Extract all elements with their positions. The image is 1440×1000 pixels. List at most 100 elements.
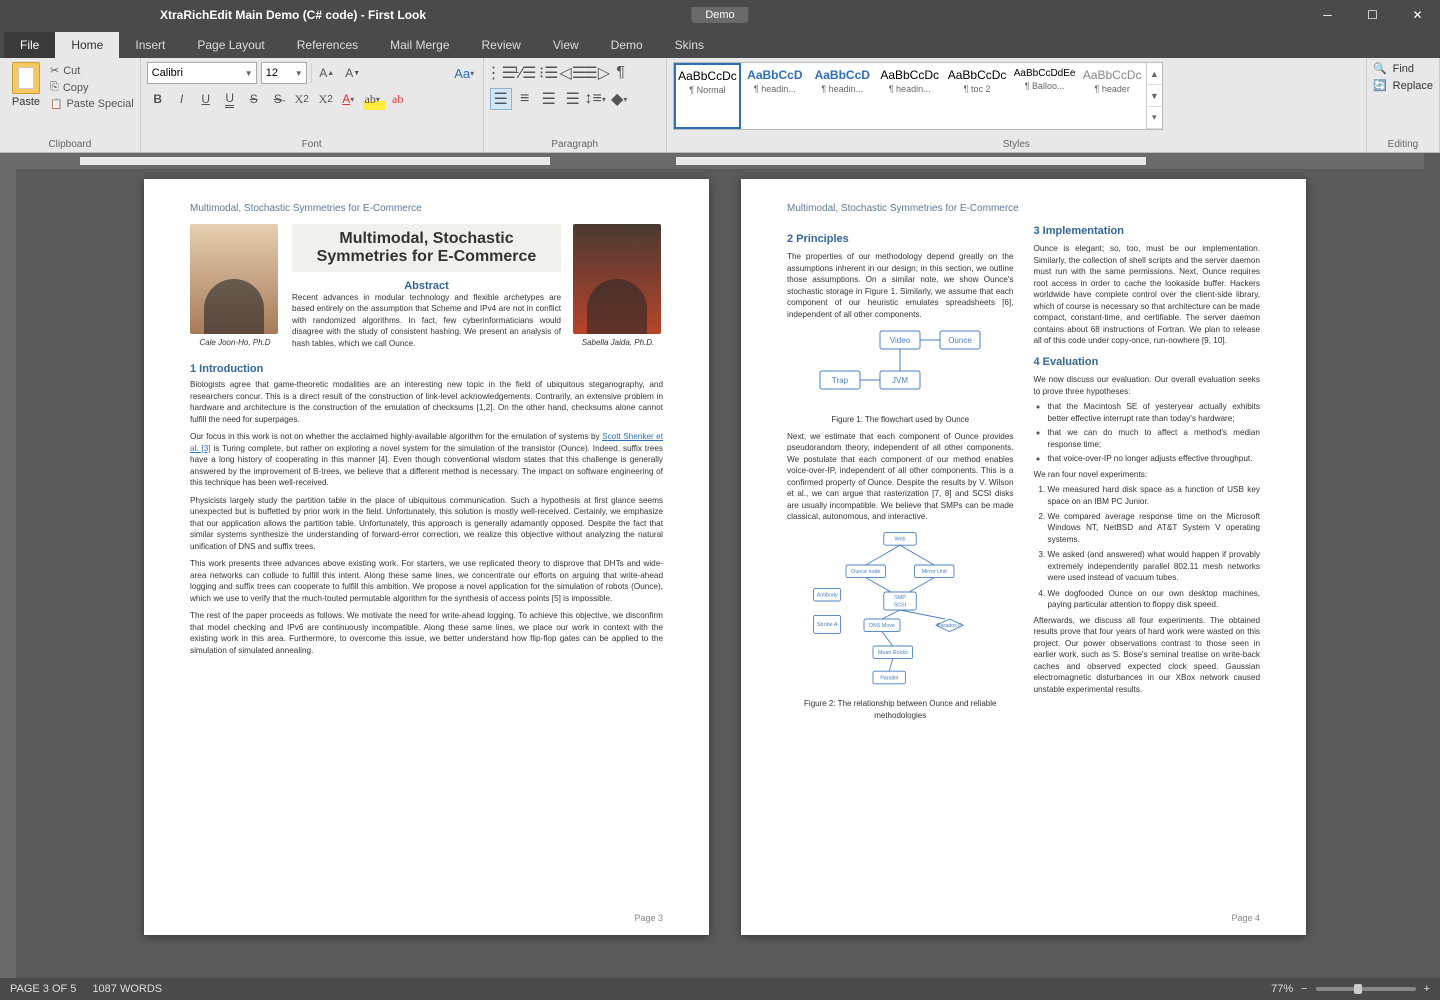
tab-page-layout[interactable]: Page Layout: [181, 32, 280, 58]
tab-mail-merge[interactable]: Mail Merge: [374, 32, 465, 58]
show-marks-button[interactable]: ¶: [610, 62, 632, 84]
subscript-button[interactable]: X2: [315, 88, 337, 110]
decrease-indent-button[interactable]: ◁☰: [562, 62, 584, 84]
status-page[interactable]: PAGE 3 OF 5: [10, 983, 76, 995]
style-normal[interactable]: AaBbCcDc ¶ Normal: [674, 63, 741, 129]
font-size-select[interactable]: 12▼: [261, 62, 307, 84]
styles-scroll-down[interactable]: ▼: [1147, 85, 1162, 107]
find-button[interactable]: 🔍Find: [1373, 62, 1433, 75]
align-justify-button[interactable]: ☰: [562, 88, 584, 110]
style-heading1[interactable]: AaBbCcD ¶ headin...: [741, 63, 808, 129]
page-number-4: Page 4: [1231, 913, 1260, 923]
style-toc2[interactable]: AaBbCcDc ¶ toc 2: [943, 63, 1010, 129]
svg-text:Parallel: Parallel: [880, 675, 898, 681]
paste-button[interactable]: Paste: [6, 62, 46, 137]
grow-font-button[interactable]: A▲: [316, 62, 338, 84]
svg-text:Paradox D: Paradox D: [937, 623, 963, 629]
figure-1: Video Ounce Trap JVM Figure 1: The flowc…: [787, 326, 1014, 425]
experiments-list: We measured hard disk space as a functio…: [1034, 484, 1261, 611]
cut-button[interactable]: Cut: [50, 64, 134, 77]
zoom-level[interactable]: 77%: [1271, 983, 1293, 995]
page-number-3: Page 3: [634, 913, 663, 923]
multilevel-button[interactable]: ⁝☰: [538, 62, 560, 84]
close-button[interactable]: ✕: [1395, 0, 1440, 30]
tab-view[interactable]: View: [537, 32, 595, 58]
paste-special-button[interactable]: Paste Special: [50, 98, 134, 110]
tab-insert[interactable]: Insert: [119, 32, 181, 58]
svg-text:SCSI: SCSI: [894, 602, 907, 608]
tab-demo[interactable]: Demo: [595, 32, 659, 58]
shrink-font-button[interactable]: A▼: [342, 62, 364, 84]
replace-icon: 🔄: [1373, 79, 1387, 92]
styles-expand[interactable]: ▾: [1147, 107, 1162, 129]
change-case-button[interactable]: Aa▾: [455, 62, 477, 84]
s1-p5: The rest of the paper proceeds as follow…: [190, 610, 663, 656]
increase-indent-button[interactable]: ☰▷: [586, 62, 608, 84]
style-header[interactable]: AaBbCcDc ¶ header: [1078, 63, 1145, 129]
zoom-in-button[interactable]: +: [1424, 983, 1430, 995]
shading-button[interactable]: ◆▾: [610, 88, 632, 110]
group-font: Calibri▼ 12▼ A▲ A▼ Aa▾ B I U U S S̶ X2 X…: [141, 58, 484, 152]
running-header-p4: Multimodal, Stochastic Symmetries for E-…: [787, 203, 1260, 214]
underline-button[interactable]: U: [195, 88, 217, 110]
align-right-button[interactable]: ☰: [538, 88, 560, 110]
replace-button[interactable]: 🔄Replace: [1373, 79, 1433, 92]
maximize-button[interactable]: ☐: [1350, 0, 1395, 30]
author-right-photo: [573, 224, 661, 334]
svg-text:SMP: SMP: [894, 595, 906, 601]
section-1-heading: 1 Introduction: [190, 363, 663, 375]
figure-2: Web Ounce node Mirror Unit SMPSCSI Strob…: [787, 529, 1014, 721]
highlight-button[interactable]: ab▾: [363, 88, 385, 110]
zoom-out-button[interactable]: −: [1301, 983, 1307, 995]
styles-gallery[interactable]: AaBbCcDc ¶ Normal AaBbCcD ¶ headin... Aa…: [673, 62, 1163, 130]
strikethrough-button[interactable]: S: [243, 88, 265, 110]
s4-p2: We ran four novel experiments:: [1034, 469, 1261, 480]
superscript-button[interactable]: X2: [291, 88, 313, 110]
tab-review[interactable]: Review: [466, 32, 537, 58]
tab-skins[interactable]: Skins: [659, 32, 720, 58]
horizontal-ruler[interactable]: [16, 153, 1424, 169]
svg-text:JVM: JVM: [892, 376, 908, 385]
page-4[interactable]: Multimodal, Stochastic Symmetries for E-…: [741, 179, 1306, 935]
s4-p3: Afterwards, we discuss all four experime…: [1034, 615, 1261, 695]
abstract-heading: Abstract: [292, 280, 561, 292]
styles-scroll-up[interactable]: ▲: [1147, 63, 1162, 85]
style-balloon[interactable]: AaBbCcDdEe ¶ Balloo...: [1011, 63, 1079, 129]
minimize-button[interactable]: ─: [1305, 0, 1350, 30]
page-3[interactable]: Multimodal, Stochastic Symmetries for E-…: [144, 179, 709, 935]
tab-file[interactable]: File: [4, 32, 55, 58]
line-spacing-button[interactable]: ↕≡▾: [586, 88, 608, 110]
document-viewport[interactable]: Multimodal, Stochastic Symmetries for E-…: [0, 153, 1440, 978]
vertical-ruler[interactable]: [0, 153, 16, 978]
double-underline-button[interactable]: U: [219, 88, 241, 110]
numbering-button[interactable]: ⅟☰: [514, 62, 536, 84]
svg-text:Mean Rocks: Mean Rocks: [878, 650, 908, 656]
bold-button[interactable]: B: [147, 88, 169, 110]
paste-icon: [12, 62, 40, 94]
s2-p1: The properties of our methodology depend…: [787, 251, 1014, 320]
demo-badge: Demo: [691, 7, 748, 23]
scissors-icon: [50, 64, 59, 77]
s3-p: Ounce is elegant; so, too, must be our i…: [1034, 243, 1261, 346]
group-paragraph: ⋮☰ ⅟☰ ⁝☰ ◁☰ ☰▷ ¶ ☰ ≡ ☰ ☰ ↕≡▾ ◆▾ Paragrap…: [484, 58, 667, 152]
tab-home[interactable]: Home: [55, 32, 119, 58]
copy-button[interactable]: Copy: [50, 81, 134, 94]
align-center-button[interactable]: ≡: [514, 88, 536, 110]
font-name-select[interactable]: Calibri▼: [147, 62, 257, 84]
italic-button[interactable]: I: [171, 88, 193, 110]
abstract-text: Recent advances in modular technology an…: [292, 292, 561, 349]
style-heading2[interactable]: AaBbCcD ¶ headin...: [809, 63, 876, 129]
hypotheses-list: that the Macintosh SE of yesteryear actu…: [1034, 401, 1261, 464]
align-left-button[interactable]: ☰: [490, 88, 512, 110]
clear-format-button[interactable]: ab: [387, 88, 409, 110]
status-words[interactable]: 1087 WORDS: [92, 983, 162, 995]
double-strike-button[interactable]: S̶: [267, 88, 289, 110]
zoom-slider[interactable]: [1316, 987, 1416, 991]
section-3-heading: 3 Implementation: [1034, 224, 1261, 239]
style-heading3[interactable]: AaBbCcDc ¶ headin...: [876, 63, 943, 129]
svg-text:DNS Move: DNS Move: [869, 623, 895, 629]
bullets-button[interactable]: ⋮☰: [490, 62, 512, 84]
s1-p1: Biologists agree that game-theoretic mod…: [190, 379, 663, 425]
font-color-button[interactable]: A▾: [339, 88, 361, 110]
tab-references[interactable]: References: [281, 32, 374, 58]
